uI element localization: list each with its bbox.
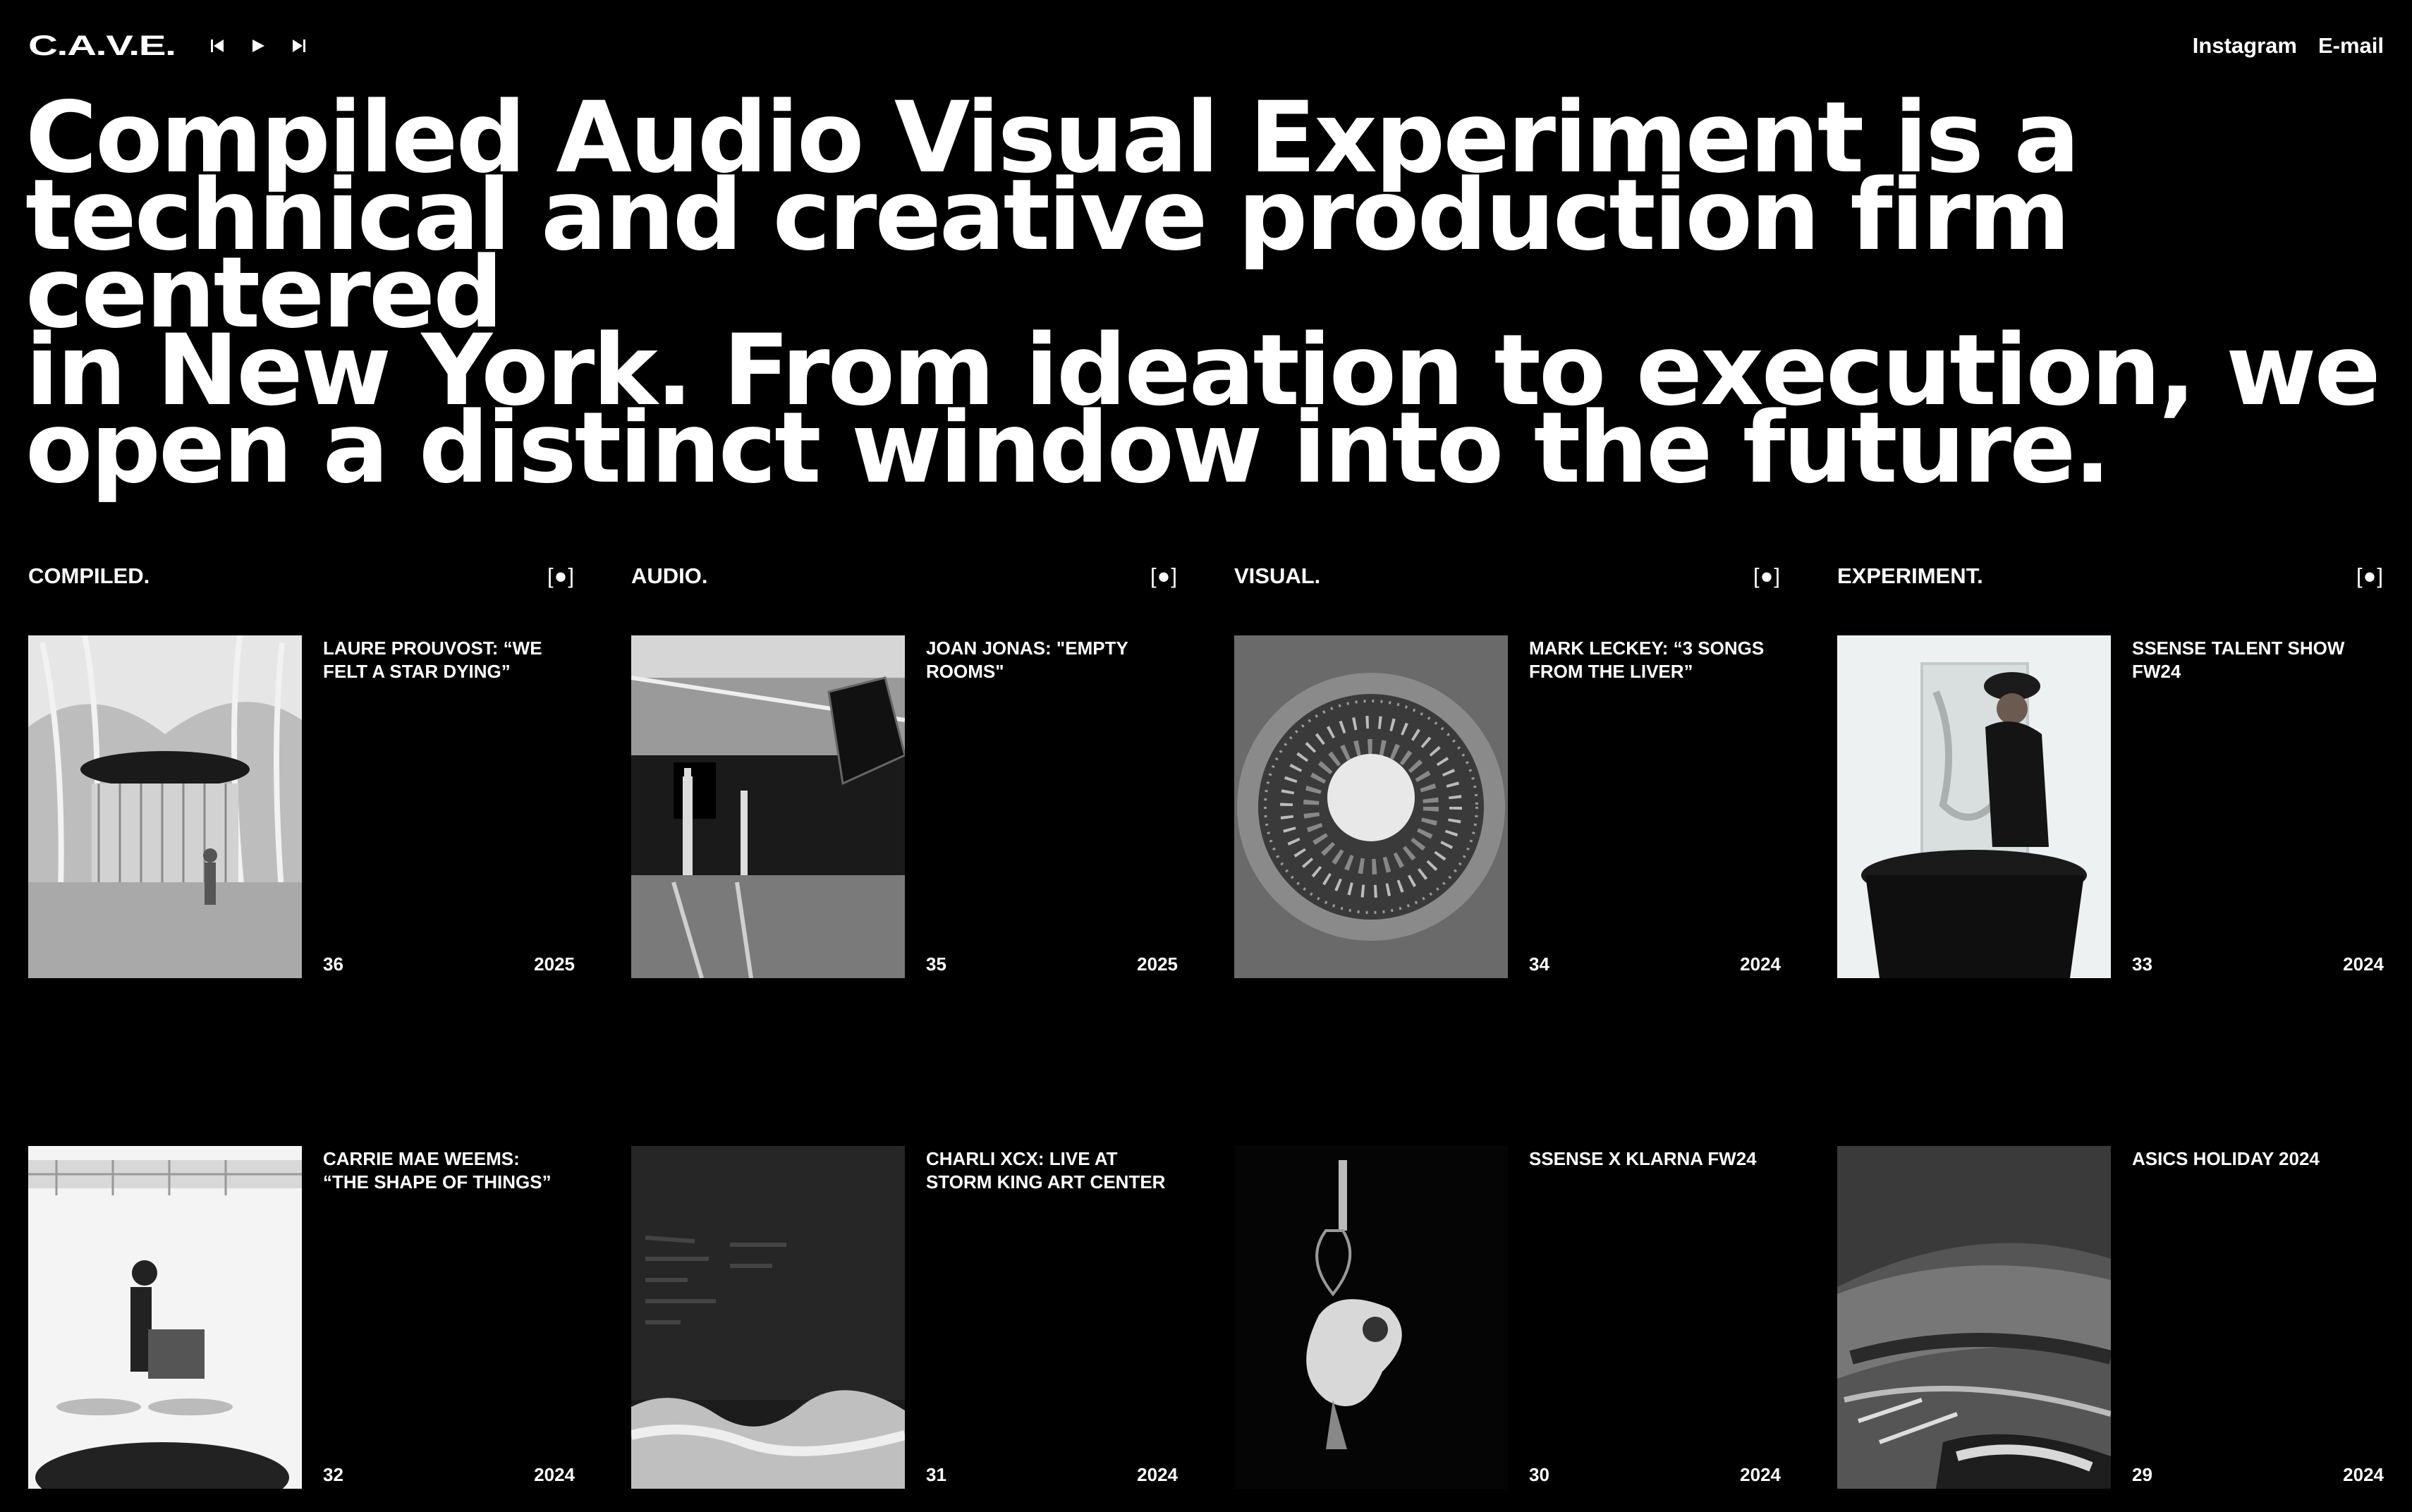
project-card[interactable]: CHARLI XCX: LIVE AT STORM KING ART CENTE… xyxy=(631,1146,1178,1489)
logo[interactable]: C.A.V.E. xyxy=(28,30,212,62)
project-thumbnail[interactable] xyxy=(1837,635,2111,978)
project-title[interactable]: ASICS HOLIDAY 2024 xyxy=(2132,1146,2379,1171)
project-card[interactable]: ASICS HOLIDAY 2024 29 2024 xyxy=(1837,1146,2384,1489)
project-number: 36 xyxy=(323,953,343,975)
project-thumbnail[interactable] xyxy=(1234,635,1508,978)
project-thumbnail[interactable] xyxy=(1837,1146,2111,1489)
hero-line: technical and creative production firm c… xyxy=(25,158,2071,350)
project-thumbnail[interactable] xyxy=(28,1146,302,1489)
project-title[interactable]: CHARLI XCX: LIVE AT STORM KING ART CENTE… xyxy=(926,1146,1173,1194)
project-meta: SSENSE TALENT SHOW FW24 33 2024 xyxy=(2132,635,2384,978)
project-thumbnail[interactable] xyxy=(631,635,905,978)
column-toggle-button[interactable]: [●] xyxy=(2356,563,2384,589)
project-title[interactable]: CARRIE MAE WEEMS: “THE SHAPE OF THINGS” xyxy=(323,1146,570,1194)
column-compiled: COMPILED. [●] LAURE PROUVOST: “WE FELT A… xyxy=(28,561,575,1489)
project-title[interactable]: JOAN JONAS: "EMPTY ROOMS" xyxy=(926,635,1173,683)
column-toggle-button[interactable]: [●] xyxy=(547,563,575,589)
project-number: 35 xyxy=(926,953,946,975)
project-number: 33 xyxy=(2132,953,2152,975)
column-toggle-button[interactable]: [●] xyxy=(1753,563,1781,589)
project-card[interactable]: LAURE PROUVOST: “WE FELT A STAR DYING” 3… xyxy=(28,635,575,978)
project-card[interactable]: SSENSE TALENT SHOW FW24 33 2024 xyxy=(1837,635,2384,978)
column-header: EXPERIMENT. [●] xyxy=(1837,561,2384,592)
column-header: VISUAL. [●] xyxy=(1234,561,1781,592)
project-title[interactable]: SSENSE X KLARNA FW24 xyxy=(1529,1146,1776,1171)
page: C.A.V.E. Instagram E-mail Compiled Audio… xyxy=(0,0,2412,1512)
project-card[interactable]: SSENSE X KLARNA FW24 30 2024 xyxy=(1234,1146,1781,1489)
project-number: 30 xyxy=(1529,1464,1549,1485)
top-bar-left: C.A.V.E. xyxy=(28,30,312,62)
hero-statement: Compiled Audio Visual Experiment is a te… xyxy=(25,89,2395,505)
project-meta: MARK LECKEY: “3 SONGS FROM THE LIVER” 34… xyxy=(1529,635,1781,978)
column-experiment: EXPERIMENT. [●] SSENSE TALENT SHOW FW24 … xyxy=(1837,561,2384,1489)
column-heading: EXPERIMENT. xyxy=(1837,563,1983,588)
project-meta: CARRIE MAE WEEMS: “THE SHAPE OF THINGS” … xyxy=(323,1146,575,1489)
media-transport-controls xyxy=(205,33,312,59)
project-year: 2024 xyxy=(1740,1464,1781,1485)
project-meta: ASICS HOLIDAY 2024 29 2024 xyxy=(2132,1146,2384,1489)
next-icon[interactable] xyxy=(286,33,312,59)
column-heading: VISUAL. xyxy=(1234,563,1321,588)
hero-line: open a distinct window into the future. xyxy=(25,391,2111,505)
project-title[interactable]: LAURE PROUVOST: “WE FELT A STAR DYING” xyxy=(323,635,570,683)
project-title[interactable]: SSENSE TALENT SHOW FW24 xyxy=(2132,635,2379,683)
project-year: 2024 xyxy=(1740,953,1781,975)
column-visual: VISUAL. [●] MARK LECKEY: “3 SONGS FROM T… xyxy=(1234,561,1781,1489)
project-title[interactable]: MARK LECKEY: “3 SONGS FROM THE LIVER” xyxy=(1529,635,1776,683)
project-year: 2025 xyxy=(1137,953,1178,975)
instagram-link[interactable]: Instagram xyxy=(2193,33,2297,59)
project-number: 34 xyxy=(1529,953,1549,975)
project-card[interactable]: JOAN JONAS: "EMPTY ROOMS" 35 2025 xyxy=(631,635,1178,978)
project-thumbnail[interactable] xyxy=(631,1146,905,1489)
project-number: 32 xyxy=(323,1464,343,1485)
column-header: AUDIO. [●] xyxy=(631,561,1178,592)
top-bar-links: Instagram E-mail xyxy=(2193,33,2384,59)
email-link[interactable]: E-mail xyxy=(2318,33,2384,59)
project-meta: SSENSE X KLARNA FW24 30 2024 xyxy=(1529,1146,1781,1489)
project-meta: CHARLI XCX: LIVE AT STORM KING ART CENTE… xyxy=(926,1146,1178,1489)
column-toggle-button[interactable]: [●] xyxy=(1150,563,1178,589)
project-year: 2024 xyxy=(2343,1464,2384,1485)
column-heading: COMPILED. xyxy=(28,563,150,588)
column-audio: AUDIO. [●] JOAN JONAS: "EMPTY ROOMS" 35 … xyxy=(631,561,1178,1489)
column-header: COMPILED. [●] xyxy=(28,561,575,592)
project-meta: LAURE PROUVOST: “WE FELT A STAR DYING” 3… xyxy=(323,635,575,978)
project-card[interactable]: MARK LECKEY: “3 SONGS FROM THE LIVER” 34… xyxy=(1234,635,1781,978)
project-meta: JOAN JONAS: "EMPTY ROOMS" 35 2025 xyxy=(926,635,1178,978)
project-year: 2025 xyxy=(534,953,575,975)
project-card[interactable]: CARRIE MAE WEEMS: “THE SHAPE OF THINGS” … xyxy=(28,1146,575,1489)
project-thumbnail[interactable] xyxy=(1234,1146,1508,1489)
project-year: 2024 xyxy=(2343,953,2384,975)
project-year: 2024 xyxy=(534,1464,575,1485)
top-bar: C.A.V.E. Instagram E-mail xyxy=(28,28,2384,63)
project-thumbnail[interactable] xyxy=(28,635,302,978)
column-heading: AUDIO. xyxy=(631,563,708,588)
project-year: 2024 xyxy=(1137,1464,1178,1485)
project-number: 29 xyxy=(2132,1464,2152,1485)
play-icon[interactable] xyxy=(245,33,271,59)
project-number: 31 xyxy=(926,1464,946,1485)
project-columns: COMPILED. [●] LAURE PROUVOST: “WE FELT A… xyxy=(28,561,2384,1489)
